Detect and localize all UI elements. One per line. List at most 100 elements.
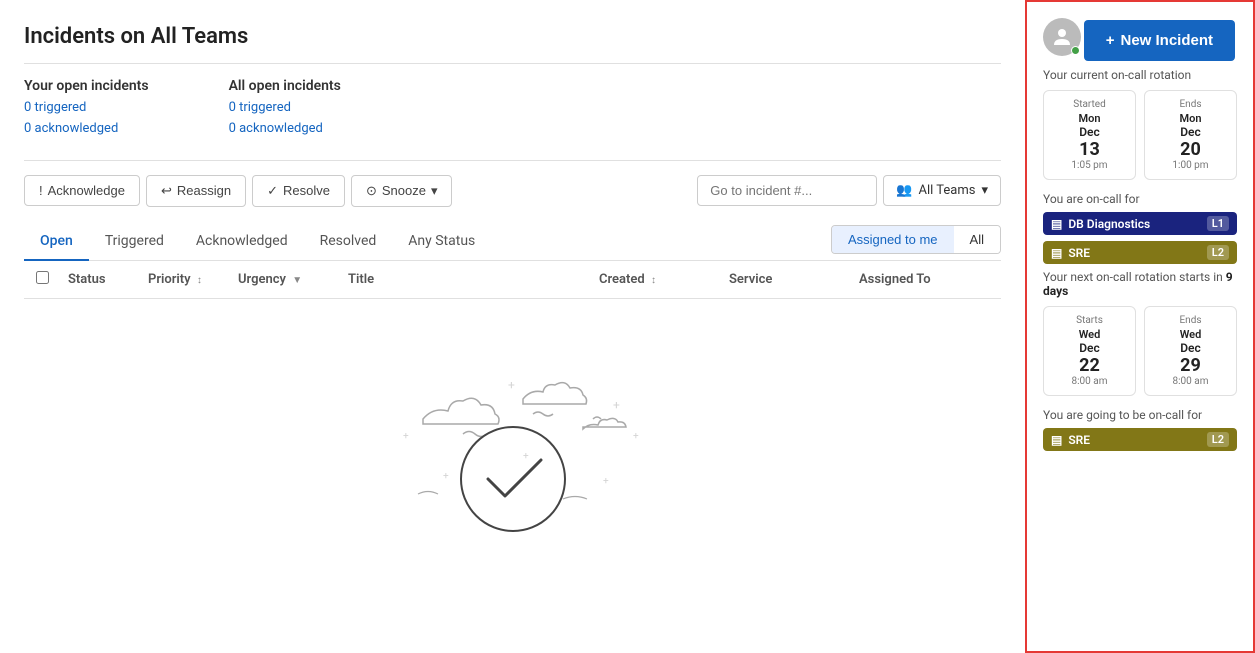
next-rotation-start-date: 22 <box>1052 355 1127 376</box>
next-rotation-start-block: Starts Wed Dec 22 8:00 am <box>1043 306 1136 396</box>
tab-any-status[interactable]: Any Status <box>392 223 491 261</box>
tab-acknowledged[interactable]: Acknowledged <box>180 223 304 261</box>
empty-state: + + + + + + + <box>24 299 1001 579</box>
svg-text:+: + <box>603 476 609 487</box>
table-header: Status Priority ↕ Urgency ▼ Title Create… <box>24 261 1001 299</box>
col-header-priority: Priority ↕ <box>148 272 238 287</box>
your-acknowledged-link[interactable]: 0 acknowledged <box>24 119 149 140</box>
col-header-title: Title <box>348 272 599 287</box>
sidebar: You're on-call Your current on-call rota… <box>1025 0 1255 653</box>
reassign-icon: ↩ <box>161 183 172 199</box>
db-service-name: DB Diagnostics <box>1068 217 1150 231</box>
rotation-end-day: Mon <box>1153 112 1228 125</box>
sre-service-name: SRE <box>1068 246 1090 260</box>
new-incident-button[interactable]: + New Incident <box>1084 20 1235 61</box>
next-rotation-start-month: Dec <box>1052 341 1127 355</box>
next-rotation-start-day: Wed <box>1052 328 1127 341</box>
priority-sort-icon: ↕ <box>197 275 202 286</box>
incidents-summary: Your open incidents 0 triggered 0 acknow… <box>24 78 1001 140</box>
service-badge-sre-current[interactable]: ▤ SRE L2 <box>1043 241 1237 264</box>
urgency-filter-icon: ▼ <box>292 275 302 286</box>
db-service-level: L1 <box>1207 216 1229 231</box>
all-triggered-link[interactable]: 0 triggered <box>229 98 341 119</box>
rotation-ends-label: Ends <box>1153 99 1228 110</box>
all-acknowledged-link[interactable]: 0 acknowledged <box>229 119 341 140</box>
toolbar: ! Acknowledge ↩ Reassign ✓ Resolve ⊙ Sno… <box>24 175 1001 207</box>
rotation-started-label: Started <box>1052 99 1127 110</box>
tab-triggered[interactable]: Triggered <box>89 223 180 261</box>
empty-illustration: + + + + + + + <box>363 339 663 539</box>
header-divider <box>24 63 1001 64</box>
your-open-title: Your open incidents <box>24 78 149 94</box>
rotation-start-date: 13 <box>1052 139 1127 160</box>
your-open-incidents: Your open incidents 0 triggered 0 acknow… <box>24 78 149 140</box>
rotation-end-month: Dec <box>1153 125 1228 139</box>
svg-text:+: + <box>508 378 515 392</box>
all-open-title: All open incidents <box>229 78 341 94</box>
plus-icon: + <box>1106 32 1115 49</box>
rotation-start-block: Started Mon Dec 13 1:05 pm <box>1043 90 1136 180</box>
page-title: Incidents on All Teams <box>24 24 248 49</box>
current-rotation-card: Started Mon Dec 13 1:05 pm Ends Mon Dec … <box>1043 90 1237 180</box>
status-tabs: Open Triggered Acknowledged Resolved Any… <box>24 223 831 260</box>
svg-text:+: + <box>403 431 409 442</box>
rotation-end-date: 20 <box>1153 139 1228 160</box>
tabs-row: Open Triggered Acknowledged Resolved Any… <box>24 223 1001 261</box>
team-select[interactable]: 👥 All Teams ▾ <box>883 175 1001 206</box>
all-open-incidents: All open incidents 0 triggered 0 acknowl… <box>229 78 341 140</box>
tab-resolved[interactable]: Resolved <box>304 223 393 261</box>
on-call-for-label: You are on-call for <box>1043 192 1237 206</box>
svg-text:+: + <box>443 471 449 482</box>
rotation-start-month: Dec <box>1052 125 1127 139</box>
next-rotation-ends-label: Ends <box>1153 315 1228 326</box>
col-header-created[interactable]: Created ↕ <box>599 272 729 287</box>
snooze-icon: ⊙ <box>366 183 377 199</box>
assigned-to-me-button[interactable]: Assigned to me <box>832 226 954 253</box>
rotation-start-time: 1:05 pm <box>1052 160 1127 171</box>
snooze-button[interactable]: ⊙ Snooze ▾ <box>351 175 453 207</box>
service-badge-db-diagnostics[interactable]: ▤ DB Diagnostics L1 <box>1043 212 1237 235</box>
rotation-start-day: Mon <box>1052 112 1127 125</box>
online-status-dot <box>1071 46 1080 55</box>
incident-number-input[interactable] <box>697 175 877 206</box>
next-rotation-end-date: 29 <box>1153 355 1228 376</box>
your-triggered-link[interactable]: 0 triggered <box>24 98 149 119</box>
resolve-icon: ✓ <box>267 183 278 199</box>
resolve-button[interactable]: ✓ Resolve <box>252 175 345 207</box>
next-rotation-label: Your next on-call rotation starts in 9 d… <box>1043 270 1237 298</box>
col-header-assigned: Assigned To <box>859 272 989 287</box>
team-icon: 👥 <box>896 183 912 198</box>
rotation-end-time: 1:00 pm <box>1153 160 1228 171</box>
reassign-button[interactable]: ↩ Reassign <box>146 175 246 207</box>
next-rotation-days: 9 days <box>1043 270 1233 298</box>
tab-open[interactable]: Open <box>24 223 89 261</box>
svg-text:+: + <box>633 431 639 442</box>
sre-service-icon: ▤ <box>1051 246 1062 260</box>
new-incident-label: New Incident <box>1120 32 1213 49</box>
going-to-label: You are going to be on-call for <box>1043 408 1237 422</box>
acknowledge-button[interactable]: ! Acknowledge <box>24 175 140 206</box>
sre-service-level: L2 <box>1207 245 1229 260</box>
next-rotation-end-month: Dec <box>1153 341 1228 355</box>
team-chevron-icon: ▾ <box>981 183 988 198</box>
current-rotation-title: Your current on-call rotation <box>1043 68 1237 82</box>
col-header-urgency[interactable]: Urgency ▼ <box>238 272 348 287</box>
next-rotation-end-day: Wed <box>1153 328 1228 341</box>
snooze-chevron-icon: ▾ <box>431 183 438 199</box>
avatar <box>1043 18 1081 56</box>
sre-next-level: L2 <box>1207 432 1229 447</box>
all-toggle-button[interactable]: All <box>954 226 1000 253</box>
select-all-checkbox[interactable] <box>36 271 49 284</box>
created-sort-icon: ↕ <box>651 275 656 286</box>
next-rotation-starts-label: Starts <box>1052 315 1127 326</box>
sre-next-name: SRE <box>1068 433 1090 447</box>
next-rotation-end-block: Ends Wed Dec 29 8:00 am <box>1144 306 1237 396</box>
col-header-service: Service <box>729 272 859 287</box>
next-rotation-end-time: 8:00 am <box>1153 376 1228 387</box>
next-rotation-start-time: 8:00 am <box>1052 376 1127 387</box>
svg-text:+: + <box>523 451 529 462</box>
new-incident-fixed-wrapper: + New Incident <box>1084 20 1235 61</box>
svg-text:+: + <box>613 398 620 412</box>
service-badge-sre-next[interactable]: ▤ SRE L2 <box>1043 428 1237 451</box>
rotation-end-block: Ends Mon Dec 20 1:00 pm <box>1144 90 1237 180</box>
